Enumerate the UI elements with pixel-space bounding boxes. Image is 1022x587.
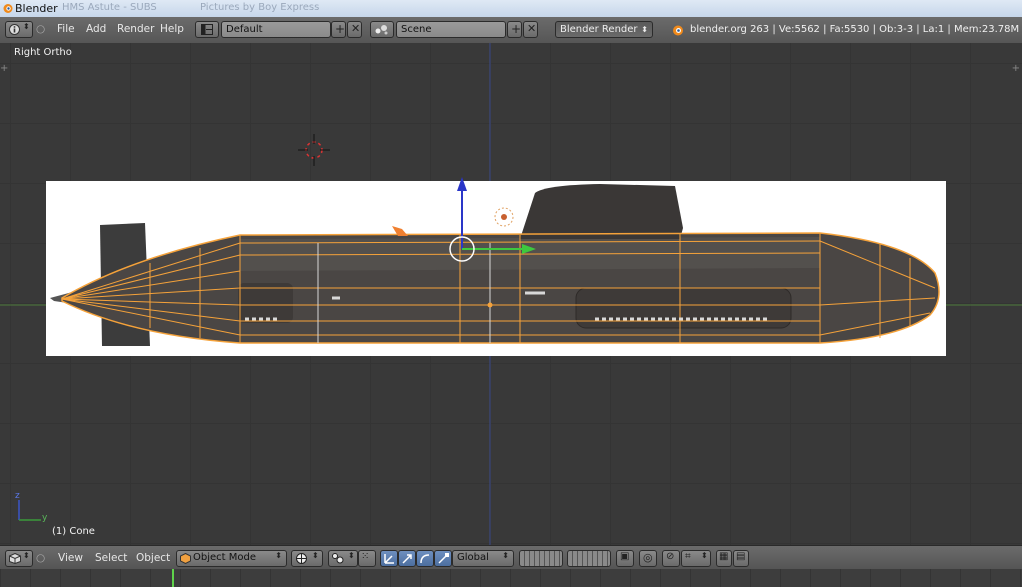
opengl-render-button[interactable]: ▦ (716, 550, 732, 567)
collapse-menu-icon[interactable]: ○ (36, 552, 45, 564)
scene-field[interactable]: Scene (396, 21, 506, 38)
view-axis-widget (18, 500, 41, 521)
pivot-icon (332, 553, 344, 564)
magnet-icon: ⊘ (666, 551, 675, 562)
menu-help[interactable]: Help (160, 23, 184, 35)
mode-value: Object Mode (193, 552, 256, 563)
menu-select[interactable]: Select (95, 552, 127, 564)
manipulator-icon (384, 554, 394, 564)
manipulate-center-points-button[interactable]: ⁙ (358, 550, 376, 567)
plus-icon: + (335, 22, 346, 36)
layer-lock-icon: ▣ (620, 551, 630, 562)
close-icon: ✕ (351, 22, 361, 35)
updown-arrows-icon: ⬍ (701, 551, 708, 560)
updown-arrows-icon: ⬍ (502, 551, 509, 560)
background-tab-2: Pictures by Boy Express (200, 2, 320, 13)
screen-layout-browse-button[interactable] (195, 21, 219, 38)
updown-arrows-icon: ⬍ (312, 551, 319, 560)
layout-grid-icon (201, 24, 213, 35)
reference-image (46, 181, 946, 356)
collapse-menu-icon[interactable]: ○ (36, 23, 45, 35)
opengl-render-animation-button[interactable]: ▤ (733, 550, 749, 567)
editor-type-button[interactable]: ⬍ (5, 550, 33, 567)
screen-layout-field[interactable]: Default (221, 21, 331, 38)
editor-type-button[interactable]: ⬍ (5, 21, 33, 38)
translate-arrow-icon (402, 554, 412, 564)
proportional-circle-icon: ◎ (643, 551, 653, 564)
updown-arrows-icon: ⬍ (23, 22, 30, 31)
snap-increment-icon: ⌗ (685, 551, 691, 562)
orientation-value: Global (457, 552, 489, 563)
lock-camera-layers-button[interactable]: ▣ (616, 550, 634, 567)
clapperboard-icon: ▤ (736, 551, 746, 562)
scene-layers-group-2[interactable] (567, 550, 611, 567)
menu-add[interactable]: Add (86, 23, 106, 35)
menu-view[interactable]: View (58, 552, 83, 564)
3d-view-header: ⬍ ○ View Select Object Object Mode ⬍ ⬍ ⬍… (0, 545, 1022, 570)
3d-viewport[interactable]: Right Ortho + + z y (1) Cone (0, 43, 1022, 545)
add-screen-button[interactable]: + (331, 21, 346, 38)
proportional-editing-button[interactable]: ◎ (639, 550, 657, 567)
axis-label-z: z (15, 491, 20, 501)
updown-arrows-icon: ⬍ (275, 551, 282, 560)
add-scene-button[interactable]: + (507, 21, 522, 38)
center-points-icon: ⁙ (361, 551, 370, 562)
transform-orientation-dropdown[interactable]: Global ⬍ (452, 550, 514, 567)
render-still-icon: ▦ (719, 551, 729, 562)
info-icon (9, 24, 20, 35)
object-origin (487, 302, 493, 308)
rotate-manipulator-button[interactable] (416, 550, 434, 567)
timeline-strip[interactable] (0, 569, 1022, 587)
snap-toggle-button[interactable]: ⊘ (662, 550, 680, 567)
blender-logo-icon (3, 4, 13, 13)
plus-icon: + (511, 22, 522, 36)
updown-arrows-icon: ⬍ (641, 25, 648, 34)
updown-arrows-icon: ⬍ (23, 551, 30, 560)
translate-manipulator-button[interactable] (398, 550, 416, 567)
close-icon: ✕ (527, 22, 537, 35)
updown-arrows-icon: ⬍ (348, 551, 355, 560)
window-title: Blender (15, 2, 58, 15)
scene-browse-button[interactable] (370, 21, 394, 38)
pivot-point-dropdown[interactable]: ⬍ (328, 550, 358, 567)
blender-logo-icon (673, 25, 683, 36)
axis-label-y: y (42, 513, 48, 523)
menu-object[interactable]: Object (136, 552, 170, 564)
3d-cursor[interactable] (298, 134, 330, 166)
delete-screen-button[interactable]: ✕ (347, 21, 362, 38)
scale-icon (438, 553, 449, 564)
info-header: ⬍ ○ File Add Render Help Default + ✕ Sce… (0, 17, 1022, 44)
viewport-shading-dropdown[interactable]: ⬍ (291, 550, 323, 567)
scene-canvas (0, 43, 1022, 545)
scale-manipulator-button[interactable] (434, 550, 452, 567)
shading-sphere-icon (296, 553, 307, 564)
mode-dropdown[interactable]: Object Mode ⬍ (176, 550, 287, 567)
manipulator-toggle-button[interactable] (380, 550, 398, 567)
object-cube-icon (180, 553, 191, 564)
cube-view-icon (9, 553, 21, 564)
current-frame-marker[interactable] (172, 569, 174, 587)
render-engine-dropdown[interactable]: Blender Render ⬍ (555, 21, 653, 38)
render-engine-value: Blender Render (560, 24, 638, 35)
menu-render[interactable]: Render (117, 23, 154, 35)
menu-file[interactable]: File (57, 23, 75, 35)
snap-element-dropdown[interactable]: ⌗ ⬍ (681, 550, 711, 567)
scene-icon (375, 25, 388, 35)
active-object-label: (1) Cone (52, 526, 95, 537)
scene-layers-group-1[interactable] (519, 550, 563, 567)
rotate-arc-icon (420, 554, 430, 564)
window-titlebar: Blender HMS Astute - SUBS Pictures by Bo… (0, 0, 1022, 17)
delete-scene-button[interactable]: ✕ (523, 21, 538, 38)
scene-statistics: blender.org 263 | Ve:5562 | Fa:5530 | Ob… (690, 24, 1022, 35)
background-tab-1: HMS Astute - SUBS (62, 2, 157, 13)
